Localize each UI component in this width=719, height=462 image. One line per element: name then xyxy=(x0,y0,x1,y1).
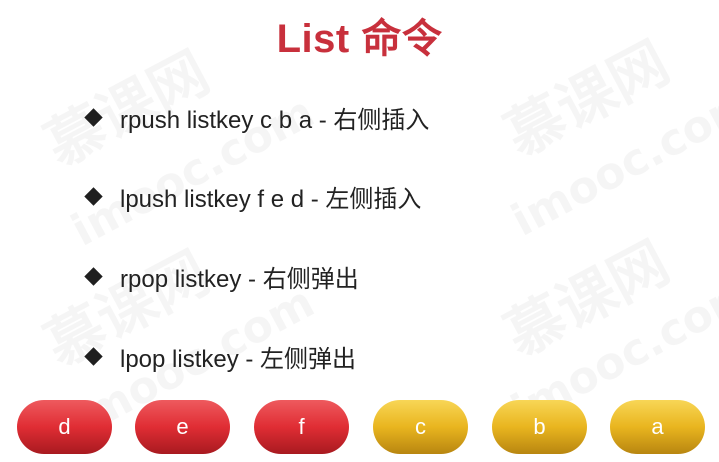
list-item: lpop listkey - 左侧弹出 xyxy=(84,336,356,376)
list-element-pill: c xyxy=(373,400,468,454)
list-element-pill: b xyxy=(492,400,587,454)
list-item-text: rpop listkey - 右侧弹出 xyxy=(120,265,359,293)
list-element-pill: d xyxy=(17,400,112,454)
list-item-text: lpop listkey - 左侧弹出 xyxy=(120,345,357,373)
command-list: rpush listkey c b a - 右侧插入 lpush listkey… xyxy=(84,0,684,400)
list-item: rpop listkey - 右侧弹出 xyxy=(84,256,359,296)
diamond-bullet-icon xyxy=(84,346,103,366)
diamond-bullet-icon xyxy=(84,107,103,127)
list-item-text: rpush listkey c b a - 右侧插入 xyxy=(120,106,430,134)
list-item: lpush listkey f e d - 左侧插入 xyxy=(84,176,421,216)
list-visualization: d e f c b a xyxy=(17,400,707,454)
list-element-pill: f xyxy=(254,400,349,454)
diamond-bullet-icon xyxy=(84,186,103,206)
list-item-text: lpush listkey f e d - 左侧插入 xyxy=(120,185,422,213)
list-item: rpush listkey c b a - 右侧插入 xyxy=(84,97,429,137)
diamond-bullet-icon xyxy=(84,266,103,286)
list-element-pill: a xyxy=(610,400,705,454)
list-element-pill: e xyxy=(135,400,230,454)
